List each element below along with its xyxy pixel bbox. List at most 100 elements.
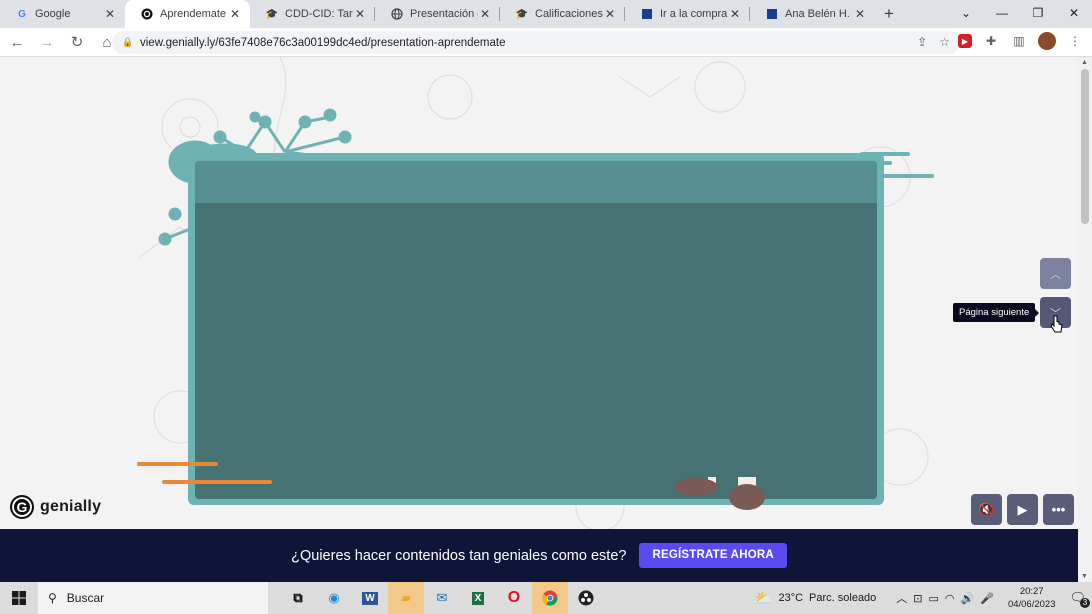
clock-date: 04/06/2023 xyxy=(1007,599,1056,610)
show-hidden-icons-icon[interactable]: ︿ xyxy=(896,590,907,606)
genially-icon xyxy=(141,8,153,20)
side-panel-icon[interactable]: ▥ xyxy=(1010,32,1028,50)
edge-icon[interactable]: ◉ xyxy=(316,582,352,614)
tab-title: Google xyxy=(35,8,71,20)
banner-question: ¿Quieres hacer contenidos tan geniales c… xyxy=(291,547,627,564)
tab-title: Presentación de xyxy=(410,8,478,20)
menu-kebab-icon[interactable]: ⋮ xyxy=(1066,32,1084,50)
play-button[interactable]: ▶ xyxy=(1007,494,1038,525)
back-icon[interactable]: ← xyxy=(4,29,30,55)
share-icon[interactable]: ⇪ xyxy=(917,35,927,49)
tab-aprendemate[interactable]: Aprendemate ✕ xyxy=(125,0,250,28)
browser-toolbar: ← → ↻ ⌂ 🔒 view.genially.ly/63fe7408e76c3… xyxy=(0,28,1092,57)
excel-icon[interactable]: X xyxy=(460,582,496,614)
next-page-tooltip: Página siguiente xyxy=(953,303,1040,322)
slide-screen xyxy=(195,161,877,499)
scroll-down-arrow-icon[interactable]: ▼ xyxy=(1081,573,1088,580)
extension-red-icon[interactable]: ▶ xyxy=(958,34,972,48)
forward-icon[interactable]: → xyxy=(34,29,60,55)
clapper-icon xyxy=(641,8,653,20)
weather-icon[interactable]: ⛅ xyxy=(755,590,772,607)
tab-ir-compra[interactable]: Ir a la compra | M ✕ xyxy=(625,0,750,28)
character-feet-decoration xyxy=(674,477,765,510)
mail-icon[interactable]: ✉ xyxy=(424,582,460,614)
close-icon[interactable]: ✕ xyxy=(728,7,742,21)
close-icon[interactable]: ✕ xyxy=(603,7,617,21)
orange-accent-line xyxy=(137,462,218,466)
new-tab-button[interactable]: + xyxy=(875,0,903,28)
scroll-up-arrow-icon[interactable]: ▲ xyxy=(1081,59,1088,66)
minimize-icon[interactable]: — xyxy=(984,0,1020,28)
orange-accent-line xyxy=(162,480,272,484)
microphone-icon[interactable]: 🎤 xyxy=(980,592,994,605)
extensions-puzzle-icon[interactable]: ✚ xyxy=(982,32,1000,50)
task-view-icon[interactable]: ⧉ xyxy=(280,582,316,614)
bookmark-star-icon[interactable]: ☆ xyxy=(939,35,950,49)
close-icon[interactable]: ✕ xyxy=(353,7,367,21)
genially-logo-icon: G xyxy=(10,495,34,519)
ellipsis-icon: ••• xyxy=(1051,502,1066,517)
restore-icon[interactable]: ❐ xyxy=(1020,0,1056,28)
file-explorer-icon[interactable]: ▰ xyxy=(388,582,424,614)
taskbar-search-text: Buscar xyxy=(66,591,105,605)
close-window-icon[interactable]: ✕ xyxy=(1056,0,1092,28)
weather-condition[interactable]: Parc. soleado xyxy=(809,592,876,604)
moodle-cap-icon: 🎓 xyxy=(515,8,529,20)
mouse-cursor-icon xyxy=(1050,315,1063,333)
chrome-icon[interactable] xyxy=(532,582,568,614)
close-icon[interactable]: ✕ xyxy=(853,7,867,21)
tab-google[interactable]: G Google ✕ xyxy=(0,0,125,28)
lock-icon[interactable]: 🔒 xyxy=(122,37,133,48)
word-icon[interactable]: W xyxy=(352,582,388,614)
previous-page-button[interactable]: ︿ xyxy=(1040,258,1071,289)
tab-ana-belen[interactable]: Ana Belén H. | Mi ✕ xyxy=(750,0,875,28)
meet-now-icon[interactable]: ⊡ xyxy=(913,592,922,605)
scrollbar-thumb[interactable] xyxy=(1081,69,1089,224)
decorative-line xyxy=(880,174,934,178)
clock-time: 20:27 xyxy=(1019,586,1044,597)
browser-tab-bar: G Google ✕ Aprendemate ✕ 🎓 CDD-CID: Tare… xyxy=(0,0,1092,28)
close-icon[interactable]: ✕ xyxy=(478,7,492,21)
opera-icon[interactable]: O xyxy=(496,582,532,614)
mute-button[interactable]: 🔇 xyxy=(971,494,1002,525)
chevron-up-icon: ︿ xyxy=(1050,268,1061,281)
battery-icon[interactable]: ▭ xyxy=(929,592,939,605)
presentation-viewport: ︿ Página siguiente ﹀ G genially 🔇 ▶ ••• xyxy=(0,57,1078,529)
close-icon[interactable]: ✕ xyxy=(228,7,242,21)
address-bar[interactable]: 🔒 view.genially.ly/63fe7408e76c3a00199dc… xyxy=(112,31,960,54)
taskbar-search[interactable]: ⚲ Buscar xyxy=(38,582,268,614)
profile-avatar[interactable] xyxy=(1038,32,1056,50)
tab-cdd-cid[interactable]: 🎓 CDD-CID: Tarea p ✕ xyxy=(250,0,375,28)
wifi-icon[interactable]: ◠ xyxy=(945,592,955,605)
tab-title: Ana Belén H. | Mi xyxy=(785,8,853,20)
volume-icon[interactable]: 🔊 xyxy=(961,592,975,605)
windows-start-icon[interactable] xyxy=(0,582,38,614)
page-scrollbar[interactable]: ▲ ▼ xyxy=(1078,57,1092,582)
tab-calificaciones[interactable]: 🎓 Calificaciones: Co ✕ xyxy=(500,0,625,28)
tab-title: CDD-CID: Tarea p xyxy=(285,8,353,20)
moodle-cap-icon: 🎓 xyxy=(265,8,279,20)
google-icon: G xyxy=(18,8,26,20)
tab-title: Aprendemate xyxy=(160,8,227,20)
tab-title: Calificaciones: Co xyxy=(535,8,603,20)
clock[interactable]: 20:27 04/06/2023 xyxy=(1008,585,1056,611)
weather-temp[interactable]: 23°C xyxy=(778,592,803,604)
url-text: view.genially.ly/63fe7408e76c3a00199dc4e… xyxy=(140,36,506,49)
windows-taskbar: ⚲ Buscar ⧉ ◉ W ▰ ✉ X O ⛅ 23°C Parc. sole… xyxy=(0,582,1092,614)
genially-logo[interactable]: G genially xyxy=(10,495,101,519)
tab-presentacion[interactable]: Presentación de ✕ xyxy=(375,0,500,28)
reload-icon[interactable]: ↻ xyxy=(64,29,90,55)
globe-icon xyxy=(391,8,403,20)
system-tray: ⛅ 23°C Parc. soleado ︿ ⊡ ▭ ◠ 🔊 🎤 20:27 0… xyxy=(755,582,1092,614)
close-icon[interactable]: ✕ xyxy=(103,7,117,21)
signup-banner: ¿Quieres hacer contenidos tan geniales c… xyxy=(0,529,1078,582)
search-icon: ⚲ xyxy=(48,591,57,605)
tab-title: Ir a la compra | M xyxy=(660,8,728,20)
notification-count: 3 xyxy=(1080,598,1090,608)
obs-icon[interactable] xyxy=(568,582,604,614)
more-options-button[interactable]: ••• xyxy=(1043,494,1074,525)
tab-search-icon[interactable]: ⌄ xyxy=(948,0,984,28)
window-controls: ⌄ — ❐ ✕ xyxy=(948,0,1092,28)
notifications-icon[interactable]: 🗨 3 xyxy=(1069,590,1090,608)
register-now-button[interactable]: REGÍSTRATE AHORA xyxy=(639,543,787,568)
